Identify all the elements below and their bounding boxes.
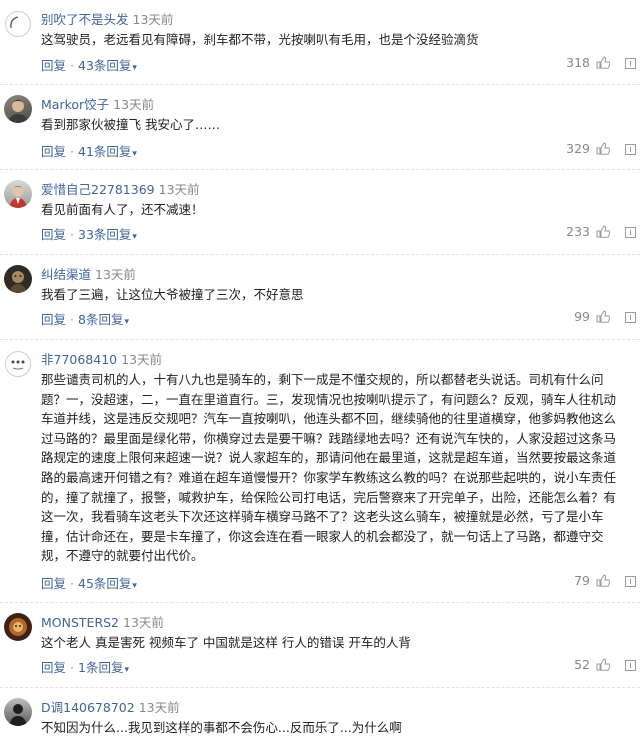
comment-meta: MONSTERS2 13天前: [41, 612, 164, 631]
username-link[interactable]: MONSTERS2: [41, 615, 119, 630]
thumbs-up-icon[interactable]: [596, 142, 610, 155]
avatar[interactable]: [4, 698, 32, 726]
comment-item: 非77068410 13天前 那些谴责司机的人，十有八九也是骑车的，剩下一成是不懂…: [0, 339, 640, 603]
report-icon[interactable]: [625, 312, 636, 323]
comment-item: D调140678702 13天前 不知因为什么...我见到这样的事都不会伤心...…: [0, 687, 640, 742]
avatar[interactable]: [4, 180, 32, 208]
comment-meta: 纠结渠道 13天前: [41, 264, 136, 283]
comment-time: 13天前: [121, 352, 163, 367]
comment-meta: 别吹了不是头发 13天前: [41, 9, 173, 28]
comment-meta: D调140678702 13天前: [41, 697, 180, 716]
like-area: 79: [574, 573, 610, 588]
chevron-down-icon: ▾: [132, 232, 137, 242]
reply-button[interactable]: 回复: [41, 660, 66, 675]
comment-actions: 回复 · 43条回复▾: [41, 58, 137, 73]
avatar[interactable]: [4, 613, 32, 641]
username-link[interactable]: 爱惜自己22781369: [41, 182, 155, 197]
chevron-down-icon: ▾: [132, 149, 137, 159]
comment-item: 纠结渠道 13天前 我看了三遍，让这位大爷被撞了三次，不好意思 回复 · 8条回复▾ …: [0, 254, 640, 340]
comment-meta: 非77068410 13天前: [41, 349, 162, 368]
like-area: 318: [566, 55, 610, 70]
reply-button[interactable]: 回复: [41, 227, 66, 242]
avatar[interactable]: [4, 10, 32, 38]
user-photo-icon: [8, 100, 28, 123]
username-link[interactable]: D调140678702: [41, 700, 135, 715]
username-link[interactable]: 别吹了不是头发: [41, 12, 129, 27]
comment-text: 看到那家伙被撞飞 我安心了……: [41, 117, 220, 132]
reply-button[interactable]: 回复: [41, 312, 66, 327]
user-photo-icon: [9, 271, 27, 293]
replies-count-link[interactable]: 1条回复▾: [78, 660, 129, 675]
comment-text: 看见前面有人了，还不减速！: [41, 202, 204, 217]
comment-actions: 回复 · 8条回复▾: [41, 312, 129, 327]
anonymous-avatar-icon: [5, 11, 31, 37]
thumbs-up-icon[interactable]: [596, 574, 610, 587]
username-link[interactable]: 纠结渠道: [41, 267, 91, 282]
chevron-down-icon: ▾: [124, 317, 129, 327]
comment-actions: 回复 · 33条回复▾: [41, 227, 137, 242]
like-area: 52: [574, 657, 610, 672]
chevron-down-icon: ▾: [132, 581, 137, 591]
avatar[interactable]: [4, 350, 32, 378]
like-area: 329: [566, 141, 610, 156]
comment-item: 爱惜自己22781369 13天前 看见前面有人了，还不减速！ 回复 · 33条回复▾…: [0, 169, 640, 255]
user-photo-icon: [9, 185, 27, 208]
comment-text: 这个老人 真是害死 视频车了 中国就是这样 行人的错误 开车的人背: [41, 635, 411, 650]
comment-actions: 回复 · 1条回复▾: [41, 660, 129, 675]
like-area: 99: [574, 309, 610, 324]
thumbs-up-icon[interactable]: [596, 225, 610, 238]
chevron-down-icon: ▾: [124, 665, 129, 675]
thumbs-up-icon[interactable]: [596, 310, 610, 323]
report-icon[interactable]: [625, 144, 636, 155]
report-icon[interactable]: [625, 58, 636, 69]
comment-time: 13天前: [138, 700, 180, 715]
comment-item: Markor饺子 13天前 看到那家伙被撞飞 我安心了…… 回复 · 41条回复▾ 3…: [0, 84, 640, 170]
replies-count-link[interactable]: 45条回复▾: [78, 576, 137, 591]
reply-button[interactable]: 回复: [41, 58, 66, 73]
thumbs-up-icon[interactable]: [596, 658, 610, 671]
comment-item: MONSTERS2 13天前 这个老人 真是害死 视频车了 中国就是这样 行人的错…: [0, 602, 640, 688]
user-photo-icon: [9, 704, 27, 726]
comment-text: 这驾驶员，老远看见有障碍，刹车都不带，光按喇叭有毛用，也是个没经验滴货: [41, 32, 479, 47]
avatar[interactable]: [4, 265, 32, 293]
report-icon[interactable]: [625, 660, 636, 671]
comment-text: 不知因为什么...我见到这样的事都不会伤心...反而乐了...为什么啊: [41, 720, 402, 735]
comment-meta: Markor饺子 13天前: [41, 94, 154, 113]
like-count: 99: [574, 309, 591, 324]
reply-button[interactable]: 回复: [41, 144, 66, 159]
comment-time: 13天前: [113, 97, 155, 112]
report-icon[interactable]: [625, 576, 636, 587]
comment-text: 那些谴责司机的人，十有八九也是骑车的，剩下一成是不懂交规的，所以都替老头说话。司…: [41, 372, 617, 564]
replies-count-link[interactable]: 41条回复▾: [78, 144, 137, 159]
replies-count-link[interactable]: 8条回复▾: [78, 312, 129, 327]
like-count: 79: [574, 573, 591, 588]
comment-item: 别吹了不是头发 13天前 这驾驶员，老远看见有障碍，刹车都不带，光按喇叭有毛用，也…: [0, 0, 640, 84]
anonymous-avatar-icon: [5, 351, 31, 377]
comment-actions: 回复 · 41条回复▾: [41, 144, 137, 159]
like-area: 233: [566, 224, 610, 239]
comment-time: 13天前: [132, 12, 174, 27]
comment-text: 我看了三遍，让这位大爷被撞了三次，不好意思: [41, 287, 304, 302]
user-photo-icon: [9, 618, 27, 636]
comment-actions: 回复 · 45条回复▾: [41, 576, 137, 591]
report-icon[interactable]: [625, 227, 636, 238]
replies-count-link[interactable]: 33条回复▾: [78, 227, 137, 242]
like-count: 52: [574, 657, 591, 672]
replies-count-link[interactable]: 43条回复▾: [78, 58, 137, 73]
comment-meta: 爱惜自己22781369 13天前: [41, 179, 200, 198]
chevron-down-icon: ▾: [132, 63, 137, 73]
comment-time: 13天前: [95, 267, 136, 282]
reply-button[interactable]: 回复: [41, 576, 66, 591]
like-count: 233: [566, 224, 591, 239]
thumbs-up-icon[interactable]: [596, 56, 610, 69]
username-link[interactable]: 非77068410: [41, 352, 117, 367]
like-count: 329: [566, 141, 591, 156]
comment-time: 13天前: [158, 182, 200, 197]
like-count: 318: [566, 55, 591, 70]
avatar[interactable]: [4, 95, 32, 123]
comment-time: 13天前: [123, 615, 164, 630]
username-link[interactable]: Markor饺子: [41, 97, 109, 112]
